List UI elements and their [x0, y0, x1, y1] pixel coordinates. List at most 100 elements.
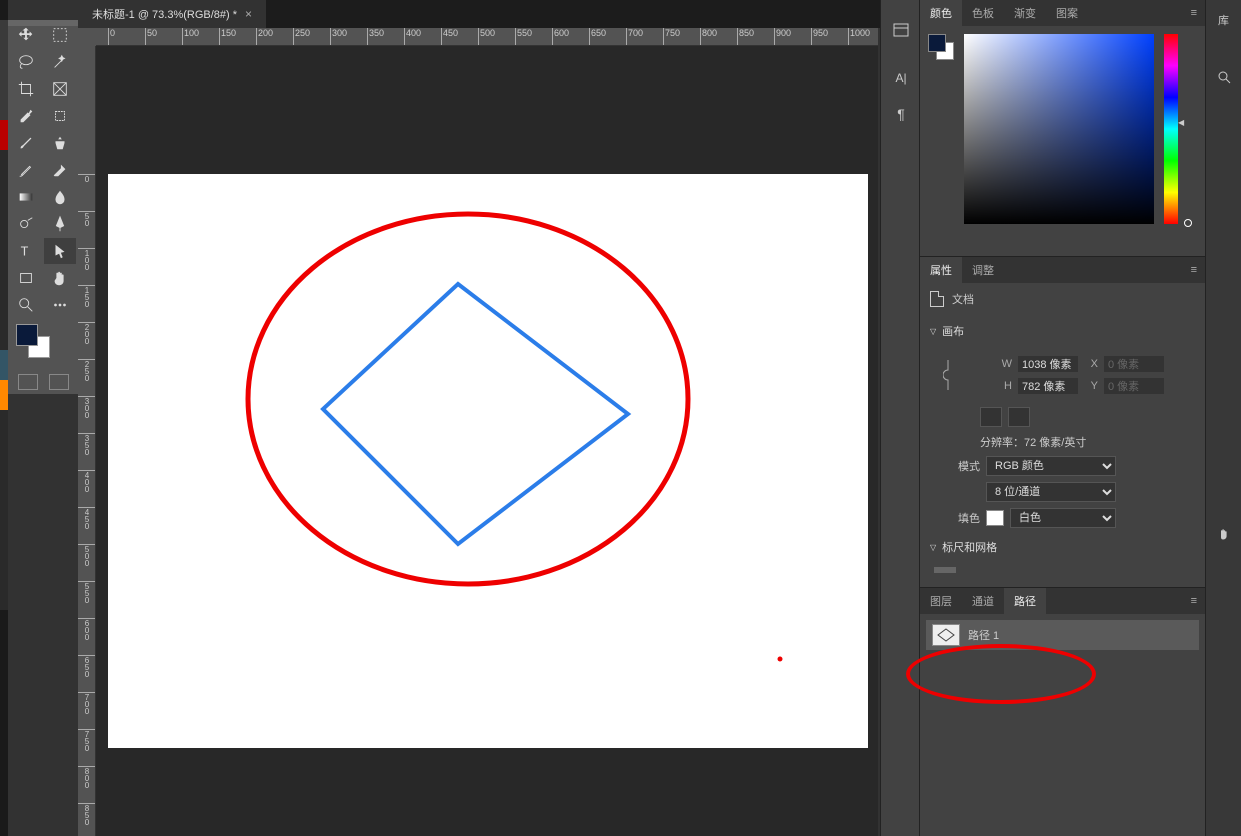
- document-tab-title: 未标题-1 @ 73.3%(RGB/8#) *: [92, 6, 237, 22]
- artboard[interactable]: [108, 174, 868, 748]
- canvas-viewport[interactable]: [96, 46, 878, 836]
- saturation-brightness-picker[interactable]: [964, 34, 1154, 224]
- color-panel-tabs: 颜色 色板 渐变 图案 ≡: [920, 0, 1205, 26]
- w-label: W: [998, 358, 1012, 370]
- hand-icon[interactable]: [1206, 517, 1241, 554]
- tab-properties[interactable]: 属性: [920, 257, 962, 283]
- tab-adjustments[interactable]: 调整: [962, 257, 1004, 283]
- right-panel-group: 颜色 色板 渐变 图案 ≡ ◀ 属性 调整 ≡ 文档 ▽ 画布: [920, 0, 1205, 836]
- left-color-strip: [0, 0, 8, 836]
- dodge-tool[interactable]: [10, 211, 42, 237]
- canvas-section-label: 画布: [942, 323, 964, 339]
- color-mode-select[interactable]: RGB 颜色: [986, 456, 1116, 476]
- document-icon: [930, 291, 944, 307]
- far-right-dock: 库: [1205, 0, 1241, 836]
- path-item[interactable]: 路径 1: [926, 620, 1199, 650]
- path-thumbnail: [932, 624, 960, 646]
- color-panel-body: ◀: [920, 26, 1205, 256]
- quick-mask-toggle[interactable]: [18, 374, 38, 390]
- fill-color-swatch[interactable]: [986, 510, 1004, 526]
- doc-label: 文档: [952, 291, 974, 307]
- path-selection-tool[interactable]: [44, 238, 76, 264]
- orientation-landscape-button[interactable]: [1008, 407, 1030, 427]
- library-tab[interactable]: 库: [1206, 0, 1241, 40]
- tab-paths[interactable]: 路径: [1004, 588, 1046, 614]
- panel-menu-icon[interactable]: ≡: [1183, 264, 1205, 276]
- panel-menu-icon[interactable]: ≡: [1183, 595, 1205, 607]
- blur-tool[interactable]: [44, 184, 76, 210]
- mini-fg-swatch[interactable]: [928, 34, 946, 52]
- lasso-tool[interactable]: [10, 49, 42, 75]
- ruler-grid-widget[interactable]: [934, 567, 956, 573]
- hue-slider[interactable]: [1164, 34, 1178, 224]
- tab-color[interactable]: 颜色: [920, 0, 962, 26]
- screen-mode-toggle[interactable]: [49, 374, 69, 390]
- bit-depth-select[interactable]: 8 位/通道: [986, 482, 1116, 502]
- rectangle-tool[interactable]: [10, 265, 42, 291]
- canvas-section[interactable]: ▽ 画布: [920, 315, 1205, 347]
- canvas-area: 0501001502002503003504004505005506006507…: [78, 28, 878, 836]
- color-marker[interactable]: [1184, 219, 1192, 227]
- zoom-tool[interactable]: [10, 292, 42, 318]
- height-input[interactable]: [1018, 378, 1078, 394]
- y-input[interactable]: [1104, 378, 1164, 394]
- gradient-tool[interactable]: [10, 184, 42, 210]
- crop-tool[interactable]: [10, 76, 42, 102]
- chevron-down-icon: ▽: [930, 543, 936, 552]
- fill-label: 填色: [950, 510, 980, 526]
- x-input[interactable]: [1104, 356, 1164, 372]
- foreground-color-swatch[interactable]: [16, 324, 38, 346]
- panel-menu-icon[interactable]: ≡: [1183, 7, 1205, 19]
- h-label: H: [998, 380, 1012, 392]
- panel-icon-1[interactable]: [881, 12, 921, 48]
- horizontal-ruler[interactable]: 0501001502002503003504004505005506006507…: [96, 28, 878, 46]
- paths-panel: 图层 通道 路径 ≡ 路径 1: [920, 587, 1205, 786]
- chevron-down-icon: ▽: [930, 327, 936, 336]
- properties-panel: 属性 调整 ≡ 文档 ▽ 画布 W X H: [920, 256, 1205, 587]
- properties-doc-header: 文档: [920, 283, 1205, 315]
- paragraph-panel-icon[interactable]: ¶: [881, 96, 921, 132]
- mode-label: 模式: [950, 458, 980, 474]
- link-wh-icon[interactable]: [943, 360, 953, 390]
- tab-swatches[interactable]: 色板: [962, 0, 1004, 26]
- character-panel-icon[interactable]: A|: [881, 60, 921, 96]
- pen-tool[interactable]: [44, 211, 76, 237]
- y-label: Y: [1084, 380, 1098, 392]
- tab-layers[interactable]: 图层: [920, 588, 962, 614]
- marquee-tool[interactable]: [44, 22, 76, 48]
- color-swatches[interactable]: [8, 320, 78, 370]
- magic-wand-tool[interactable]: [44, 49, 76, 75]
- close-icon[interactable]: ×: [245, 7, 252, 21]
- tab-gradient[interactable]: 渐变: [1004, 0, 1046, 26]
- ruler-grid-section[interactable]: ▽ 标尺和网格: [920, 531, 1205, 563]
- type-tool[interactable]: T: [10, 238, 42, 264]
- x-label: X: [1084, 358, 1098, 370]
- tab-pattern[interactable]: 图案: [1046, 0, 1088, 26]
- edit-toolbar[interactable]: [44, 292, 76, 318]
- frame-tool[interactable]: [44, 76, 76, 102]
- resolution-text: 分辨率：72 像素/英寸: [980, 434, 1086, 450]
- search-icon[interactable]: [1206, 60, 1241, 97]
- history-brush-tool[interactable]: [10, 157, 42, 183]
- ruler-grid-label: 标尺和网格: [942, 539, 997, 555]
- svg-text:T: T: [21, 245, 29, 259]
- hue-indicator: ◀: [1178, 118, 1184, 127]
- collapsed-panel-dock: A| ¶: [880, 0, 920, 836]
- toolbox: T: [8, 20, 78, 394]
- tab-channels[interactable]: 通道: [962, 588, 1004, 614]
- fill-select[interactable]: 白色: [1010, 508, 1116, 528]
- canvas-shapes: [108, 174, 868, 748]
- vertical-ruler[interactable]: 0501001502002503003504004505005506006507…: [78, 46, 96, 836]
- clone-stamp-tool[interactable]: [44, 130, 76, 156]
- eraser-tool[interactable]: [44, 157, 76, 183]
- healing-tool[interactable]: [44, 103, 76, 129]
- width-input[interactable]: [1018, 356, 1078, 372]
- hand-tool[interactable]: [44, 265, 76, 291]
- brush-tool[interactable]: [10, 130, 42, 156]
- eyedropper-tool[interactable]: [10, 103, 42, 129]
- orientation-portrait-button[interactable]: [980, 407, 1002, 427]
- document-tab[interactable]: 未标题-1 @ 73.3%(RGB/8#) * ×: [78, 0, 266, 28]
- path-item-label: 路径 1: [968, 627, 999, 643]
- move-tool[interactable]: [10, 22, 42, 48]
- ruler-origin[interactable]: [78, 28, 96, 46]
